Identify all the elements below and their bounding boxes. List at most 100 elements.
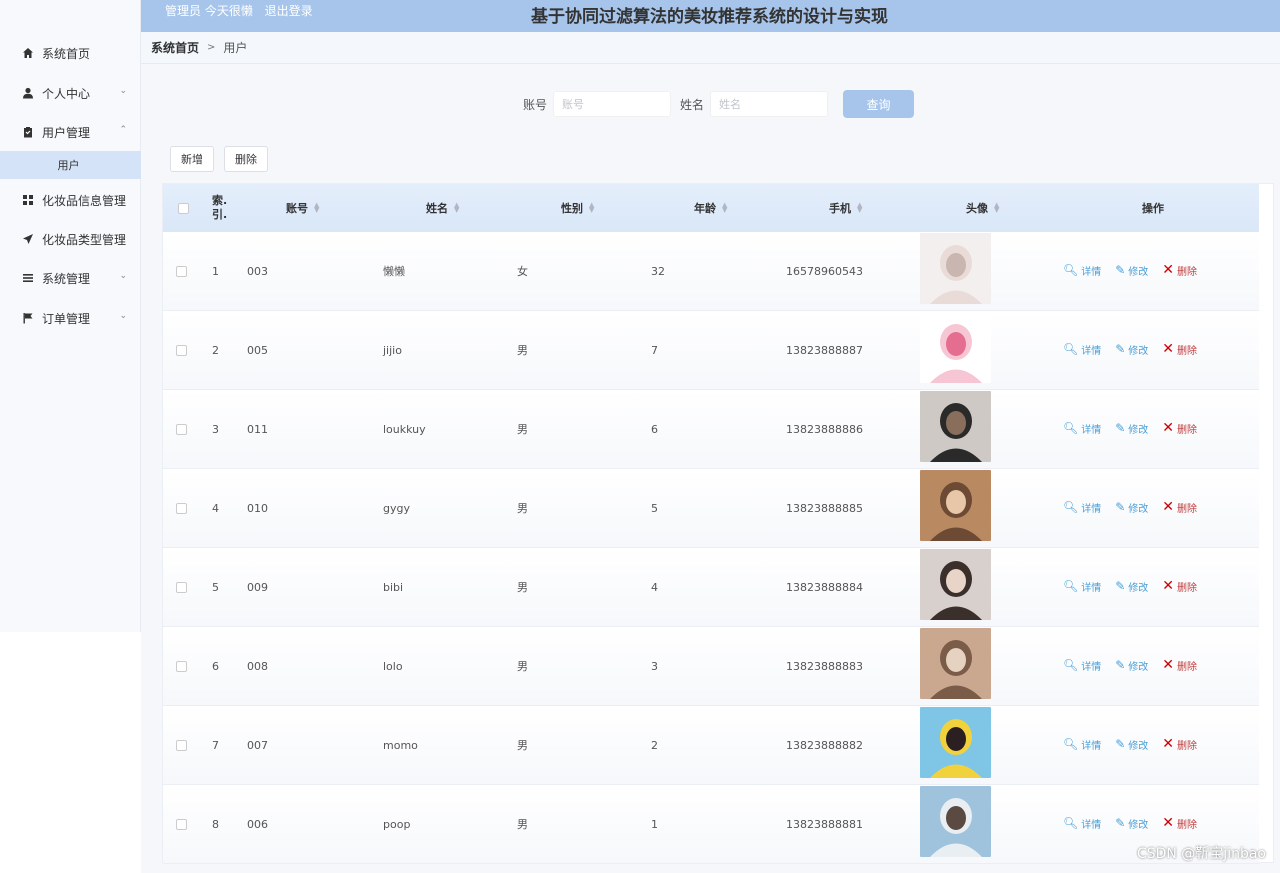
cell-gender: 男	[517, 818, 528, 831]
row-checkbox[interactable]	[176, 390, 187, 468]
edit-button[interactable]: ✎ 修改	[1115, 342, 1148, 357]
select-all-checkbox[interactable]	[176, 184, 190, 232]
sort-icon[interactable]: ▲ ▼	[454, 202, 460, 214]
edit-button[interactable]: ✎ 修改	[1115, 263, 1148, 278]
query-button[interactable]: 查询	[843, 90, 914, 118]
send-icon	[22, 233, 34, 245]
list-icon	[22, 272, 34, 284]
logout-link[interactable]: 退出登录	[265, 4, 313, 18]
edit-button[interactable]: ✎ 修改	[1115, 421, 1148, 436]
row-checkbox[interactable]	[176, 469, 187, 547]
edit-button[interactable]: ✎ 修改	[1115, 658, 1148, 673]
edit-button[interactable]: ✎ 修改	[1115, 737, 1148, 752]
cell-gender: 男	[517, 660, 528, 673]
avatar[interactable]	[920, 391, 991, 462]
col-gender[interactable]: 性别 ▲ ▼	[528, 184, 628, 232]
cell-gender: 男	[517, 581, 528, 594]
cell-index: 3	[212, 422, 219, 436]
home-icon	[22, 47, 34, 59]
detail-button[interactable]: 🔍︎ 详情	[1063, 421, 1101, 436]
table-header: 索.引. 账号 ▲ ▼ 姓名 ▲ ▼ 性别 ▲ ▼ 年龄 ▲ ▼ 手机 ▲ ▼ 头像 ▲ ▼ 操作	[163, 184, 1259, 232]
cell-name: gygy	[383, 501, 410, 515]
col-gender-label: 性别	[561, 202, 583, 215]
breadcrumb-current: 用户	[223, 41, 248, 55]
delete-button[interactable]: ✕ 删除	[1162, 736, 1197, 752]
cell-account: 011	[247, 422, 268, 436]
row-checkbox[interactable]	[176, 311, 187, 389]
sort-icon[interactable]: ▲ ▼	[314, 202, 320, 214]
edit-label: 修改	[1128, 740, 1149, 752]
avatar[interactable]	[920, 312, 991, 383]
col-account[interactable]: 账号 ▲ ▼	[263, 184, 343, 232]
delete-button[interactable]: ✕ 删除	[1162, 815, 1197, 831]
sidebar-item-home[interactable]: 系统首页	[0, 33, 141, 73]
avatar[interactable]	[920, 628, 991, 699]
cell-account: 008	[247, 659, 268, 673]
detail-button[interactable]: 🔍︎ 详情	[1063, 342, 1101, 357]
avatar[interactable]	[920, 786, 991, 857]
row-checkbox[interactable]	[176, 232, 187, 310]
col-age-label: 年龄	[694, 202, 716, 215]
batch-delete-button[interactable]: 删除	[224, 146, 268, 172]
cell-phone: 13823888882	[786, 738, 863, 752]
cell-account: 005	[247, 343, 268, 357]
col-phone[interactable]: 手机 ▲ ▼	[796, 184, 896, 232]
detail-button[interactable]: 🔍︎ 详情	[1063, 579, 1101, 594]
col-avatar[interactable]: 头像 ▲ ▼	[933, 184, 1033, 232]
row-checkbox[interactable]	[176, 706, 187, 784]
sidebar-subitem-user[interactable]: 用户	[0, 151, 141, 179]
edit-button[interactable]: ✎ 修改	[1115, 816, 1148, 831]
search-icon: 🔍︎	[1063, 263, 1079, 277]
cell-account: 007	[247, 738, 268, 752]
delete-button[interactable]: ✕ 删除	[1162, 499, 1197, 515]
sidebar-item-system[interactable]: 系统管理 ⌄	[0, 258, 141, 298]
detail-label: 详情	[1081, 345, 1102, 357]
avatar[interactable]	[920, 549, 991, 620]
sidebar-item-user-mgmt[interactable]: 用户管理 ⌃	[0, 112, 141, 152]
avatar[interactable]	[920, 707, 991, 778]
delete-button[interactable]: ✕ 删除	[1162, 341, 1197, 357]
detail-button[interactable]: 🔍︎ 详情	[1063, 500, 1101, 515]
sort-icon[interactable]: ▲ ▼	[589, 202, 595, 214]
admin-info: 管理员 今天很懒 退出登录	[165, 2, 321, 19]
sort-icon[interactable]: ▲ ▼	[994, 202, 1000, 214]
sidebar-item-cosmetics-info[interactable]: 化妆品信息管理 ⌄	[0, 180, 141, 220]
detail-button[interactable]: 🔍︎ 详情	[1063, 263, 1101, 278]
close-icon: ✕	[1162, 736, 1175, 752]
cell-age: 2	[651, 738, 658, 752]
name-search-input[interactable]	[710, 91, 828, 117]
cell-phone: 13823888885	[786, 501, 863, 515]
edit-icon: ✎	[1115, 342, 1126, 356]
delete-button[interactable]: ✕ 删除	[1162, 262, 1197, 278]
sidebar-item-label: 系统管理	[42, 271, 91, 286]
delete-button[interactable]: ✕ 删除	[1162, 420, 1197, 436]
row-checkbox[interactable]	[176, 548, 187, 626]
sidebar-item-cosmetics-type[interactable]: 化妆品类型管理 ⌄	[0, 219, 141, 259]
sidebar: 系统首页 个人中心 ⌄ 用户管理 ⌃ 用户 化妆品信息管理 ⌄ 化妆品类型管理 …	[0, 0, 141, 632]
col-name[interactable]: 姓名 ▲ ▼	[393, 184, 493, 232]
sidebar-item-profile[interactable]: 个人中心 ⌄	[0, 73, 141, 113]
account-search-input[interactable]	[553, 91, 671, 117]
chevron-down-icon: ⌄	[119, 271, 127, 281]
row-ops: 🔍︎ 详情 ✎ 修改 ✕ 删除	[1063, 706, 1197, 782]
breadcrumb-home[interactable]: 系统首页	[151, 39, 199, 56]
edit-button[interactable]: ✎ 修改	[1115, 579, 1148, 594]
sidebar-item-orders[interactable]: 订单管理 ⌄	[0, 298, 141, 338]
row-ops: 🔍︎ 详情 ✎ 修改 ✕ 删除	[1063, 627, 1197, 703]
add-button[interactable]: 新增	[170, 146, 214, 172]
col-age[interactable]: 年龄 ▲ ▼	[661, 184, 761, 232]
avatar[interactable]	[920, 233, 991, 304]
delete-button[interactable]: ✕ 删除	[1162, 578, 1197, 594]
row-checkbox[interactable]	[176, 785, 187, 863]
detail-button[interactable]: 🔍︎ 详情	[1063, 816, 1101, 831]
detail-button[interactable]: 🔍︎ 详情	[1063, 658, 1101, 673]
edit-icon: ✎	[1115, 816, 1126, 830]
search-icon: 🔍︎	[1063, 737, 1079, 751]
sort-icon[interactable]: ▲ ▼	[857, 202, 863, 214]
edit-button[interactable]: ✎ 修改	[1115, 500, 1148, 515]
delete-button[interactable]: ✕ 删除	[1162, 657, 1197, 673]
sort-icon[interactable]: ▲ ▼	[722, 202, 728, 214]
detail-button[interactable]: 🔍︎ 详情	[1063, 737, 1101, 752]
avatar[interactable]	[920, 470, 991, 541]
row-checkbox[interactable]	[176, 627, 187, 705]
